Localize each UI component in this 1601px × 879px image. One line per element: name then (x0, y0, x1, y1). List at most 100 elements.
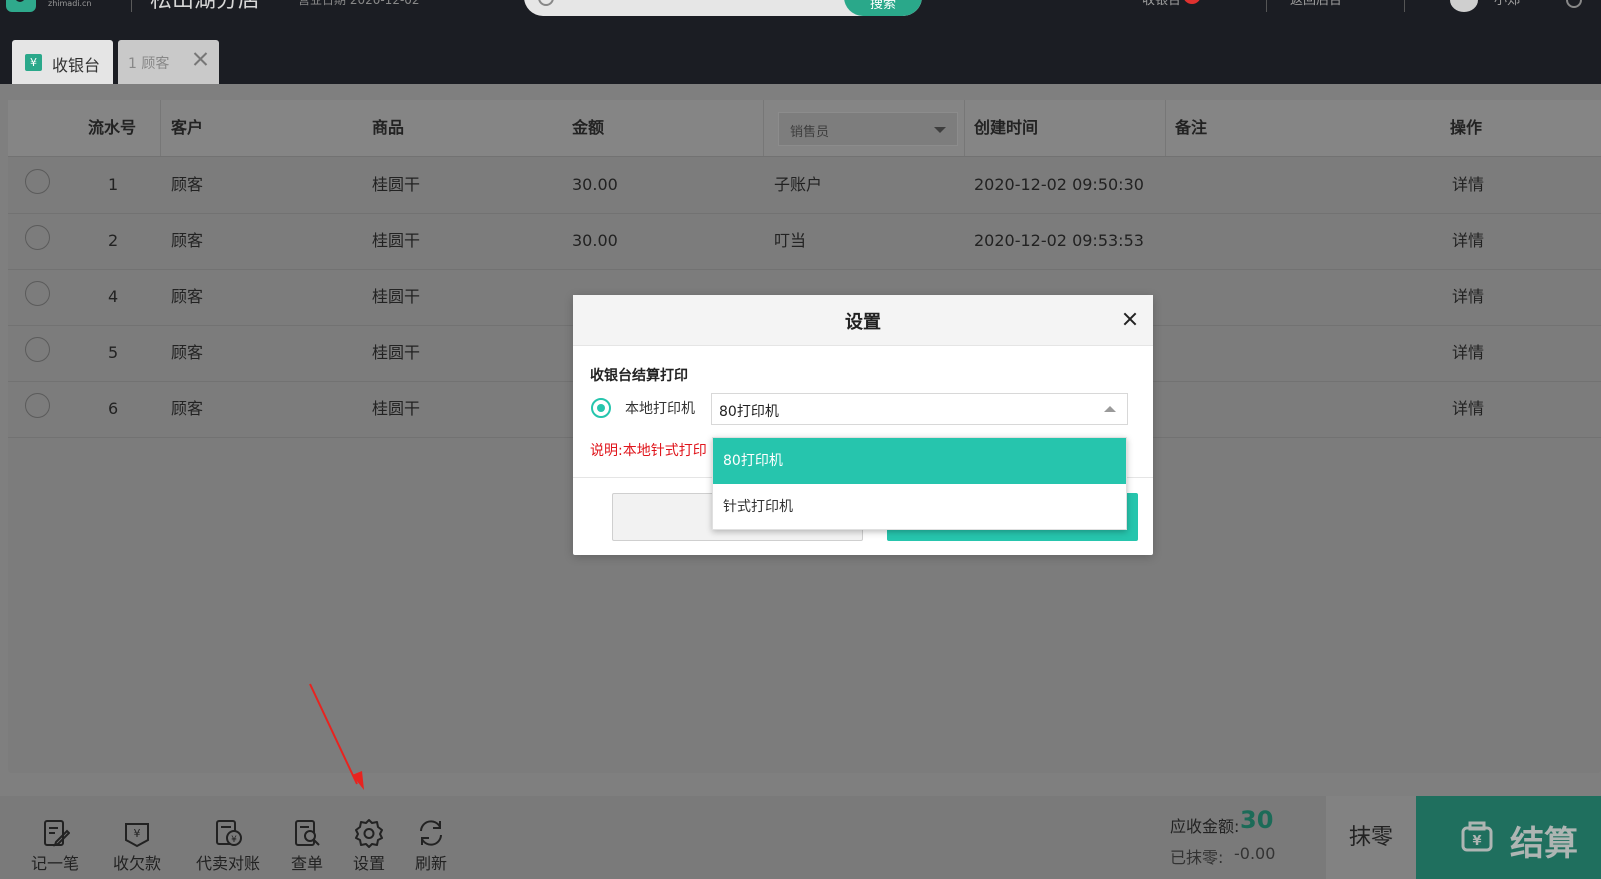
column-divider (964, 100, 965, 156)
row-select-radio[interactable] (25, 225, 50, 250)
bottom-toolbar: 记一笔 ¥ 收欠款 ¥ 代卖对账 查单 设置 刷新 应收金额: 30 已抹零: … (0, 796, 1601, 879)
details-link[interactable]: 详情 (1452, 381, 1484, 437)
cash-register-icon: ¥ (1461, 821, 1493, 852)
record-entry-label: 记一笔 (30, 854, 79, 873)
column-created: 创建时间 (974, 118, 1039, 137)
refresh-button[interactable]: 刷新 (406, 796, 456, 879)
printer-dropdown-list: 80打印机 针式打印机 (712, 437, 1127, 530)
logout-icon[interactable] (1566, 0, 1582, 8)
row-select-radio[interactable] (25, 337, 50, 362)
cell-customer: 顾客 (171, 175, 204, 194)
annotation-arrow (309, 683, 364, 790)
column-divider (1165, 100, 1166, 156)
cell-serial: 1 (108, 175, 119, 194)
search-order-label: 查单 (290, 854, 323, 873)
cell-product: 桂圆干 (372, 343, 421, 362)
consignment-reconcile-label: 代卖对账 (195, 854, 260, 873)
cell-product: 桂圆干 (372, 399, 421, 418)
user-name[interactable]: 小郑 (1494, 0, 1520, 8)
logo-domain: zhimadi.cn (48, 0, 92, 8)
row-select-radio[interactable] (25, 393, 50, 418)
cell-customer: 顾客 (171, 399, 204, 418)
printer-option-80[interactable]: 80打印机 (713, 438, 1126, 484)
cell-created: 2020-12-02 09:53:53 (974, 231, 1144, 250)
business-date: 营业日期 2020-12-02 (298, 0, 420, 7)
search-order-button[interactable]: 查单 (282, 796, 332, 879)
cell-product: 桂圆干 (372, 287, 421, 306)
column-serial: 流水号 (88, 118, 137, 137)
wipe-zero-button[interactable]: 抹零 (1326, 796, 1416, 879)
column-customer: 客户 (171, 118, 204, 137)
close-icon[interactable] (189, 48, 211, 70)
row-select-radio[interactable] (25, 281, 50, 306)
cell-customer: 顾客 (171, 343, 204, 362)
svg-text:¥: ¥ (231, 835, 237, 845)
printer-select[interactable]: 80打印机 (711, 393, 1128, 425)
tab-cashier[interactable]: ¥ 收银台 (12, 40, 113, 84)
search-icon (538, 0, 554, 6)
notification-badge (1183, 0, 1202, 4)
logo-icon (6, 0, 36, 12)
details-link[interactable]: 详情 (1452, 269, 1484, 325)
settle-label: 结算 (1510, 824, 1578, 864)
cell-amount: 30.00 (572, 175, 618, 194)
details-link[interactable]: 详情 (1452, 325, 1484, 381)
collect-debt-label: 收欠款 (112, 854, 161, 873)
cell-created: 2020-12-02 09:50:30 (974, 175, 1144, 194)
consignment-reconcile-button[interactable]: ¥ 代卖对账 (188, 796, 268, 879)
back-to-admin-link[interactable]: 返回后台 (1290, 0, 1342, 8)
avatar[interactable] (1450, 0, 1478, 12)
tab-customer-label: 1 顾客 (128, 56, 170, 72)
local-printer-radio[interactable] (591, 398, 611, 418)
cashier-link-label: 收银台 (1142, 0, 1182, 8)
receivable-amount-label: 应收金额: (1170, 817, 1240, 836)
search-input[interactable]: 搜索 (524, 0, 922, 16)
chevron-up-icon (1104, 406, 1116, 412)
cell-seller: 叮当 (774, 231, 807, 250)
refresh-label: 刷新 (414, 854, 447, 873)
cell-product: 桂圆干 (372, 231, 421, 250)
row-select-radio[interactable] (25, 169, 50, 194)
header-divider (131, 0, 132, 12)
wiped-amount-value: -0.00 (1234, 844, 1276, 863)
collect-debt-button[interactable]: ¥ 收欠款 (104, 796, 170, 879)
details-link[interactable]: 详情 (1452, 213, 1484, 269)
column-note: 备注 (1175, 118, 1208, 137)
table-row[interactable]: 2 顾客 桂圆干 30.00 叮当 2020-12-02 09:53:53 详情 (8, 213, 1601, 270)
column-action: 操作 (1450, 118, 1483, 137)
receivable-amount-value: 30 (1240, 806, 1274, 834)
debt-collect-icon: ¥ (125, 823, 149, 848)
dialog-header: 设置 (573, 295, 1153, 346)
store-name[interactable]: 松山湖分店 (150, 0, 260, 14)
dialog-title: 设置 (845, 312, 881, 333)
header-separator (1404, 0, 1405, 12)
seller-filter-select[interactable]: 销售员 (778, 112, 958, 146)
settings-button[interactable]: 设置 (344, 796, 394, 879)
record-entry-button[interactable]: 记一笔 (22, 796, 88, 879)
cashier-link[interactable]: 收银台 (1142, 0, 1202, 8)
details-link[interactable]: 详情 (1452, 157, 1484, 213)
checkout-print-section-title: 收银台结算打印 (590, 368, 688, 384)
seller-filter-placeholder: 销售员 (790, 125, 830, 140)
cell-customer: 顾客 (171, 287, 204, 306)
settings-label: 设置 (352, 854, 385, 873)
search-order-icon (295, 820, 320, 846)
cashier-tab-icon: ¥ (25, 54, 42, 71)
chevron-down-icon (934, 127, 946, 133)
cell-serial: 2 (108, 231, 119, 250)
local-printer-label[interactable]: 本地打印机 (625, 398, 695, 418)
close-icon[interactable] (1121, 310, 1139, 328)
printer-select-value: 80打印机 (719, 404, 779, 420)
refresh-icon (420, 820, 442, 846)
cell-customer: 顾客 (171, 231, 204, 250)
table-row[interactable]: 1 顾客 桂圆干 30.00 子账户 2020-12-02 09:50:30 详… (8, 157, 1601, 214)
tab-customer[interactable]: 1 顾客 (118, 40, 219, 84)
column-product: 商品 (372, 118, 405, 137)
consignment-reconcile-icon: ¥ (216, 820, 242, 846)
column-divider (763, 100, 764, 156)
cell-seller: 子账户 (774, 175, 823, 194)
settle-button[interactable]: ¥ 结算 (1416, 796, 1601, 879)
search-button[interactable]: 搜索 (844, 0, 922, 16)
tab-cashier-label: 收银台 (52, 56, 101, 75)
printer-option-dot-matrix[interactable]: 针式打印机 (713, 484, 1126, 530)
